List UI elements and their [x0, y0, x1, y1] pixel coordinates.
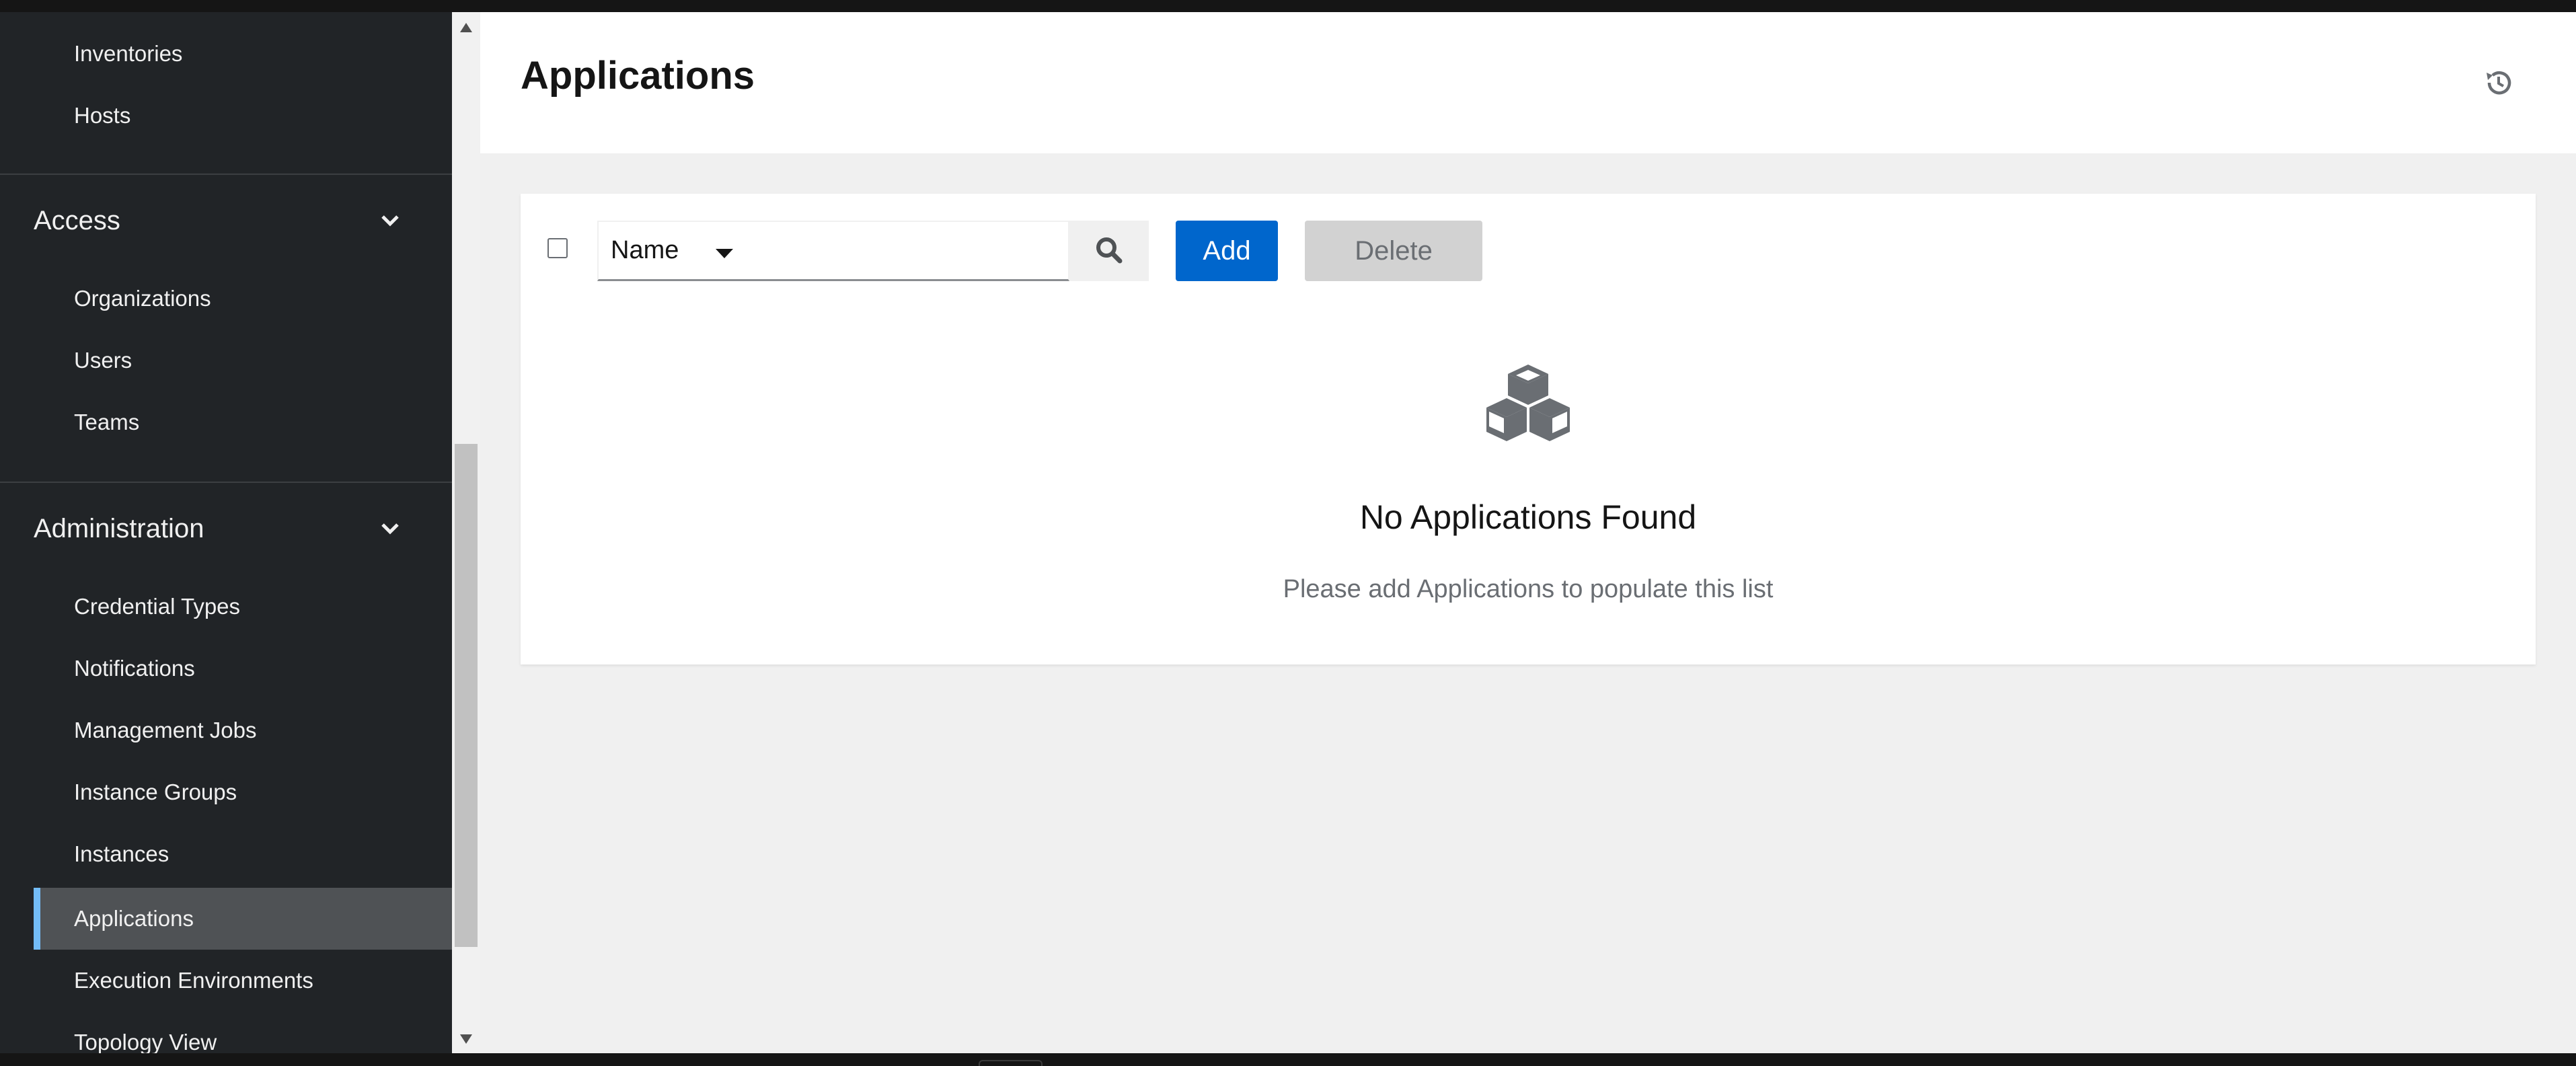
sidebar-item-applications[interactable]: Applications	[34, 888, 452, 950]
search-input[interactable]	[760, 221, 1069, 281]
sidebar-item-teams[interactable]: Teams	[74, 391, 452, 453]
chevron-down-icon	[377, 187, 404, 254]
sidebar-item-instances[interactable]: Instances	[74, 823, 452, 885]
sidebar-item-inventories[interactable]: Inventories	[74, 23, 452, 85]
search-icon	[1094, 235, 1124, 267]
sidebar-item-topology-view[interactable]: Topology View	[74, 1012, 452, 1053]
page-header: Applications	[480, 12, 2576, 153]
sidebar-divider	[0, 482, 452, 483]
main-content: Applications Name Add Delete No Applicat…	[480, 12, 2576, 1053]
delete-button[interactable]: Delete	[1305, 221, 1482, 281]
sidebar-group-title: Access	[34, 206, 120, 235]
empty-state-body: Please add Applications to populate this…	[1283, 575, 1774, 603]
sidebar-group-administration[interactable]: Administration	[34, 495, 437, 562]
scroll-down-arrow-icon[interactable]	[460, 1034, 472, 1044]
sidebar-item-notifications[interactable]: Notifications	[74, 638, 452, 699]
filter-attribute-value: Name	[611, 236, 679, 264]
filter-attribute-select[interactable]: Name	[597, 221, 761, 281]
sidebar-item-management-jobs[interactable]: Management Jobs	[74, 699, 452, 761]
sidebar-item-hosts[interactable]: Hosts	[74, 85, 452, 147]
sidebar-item-execution-environments[interactable]: Execution Environments	[74, 950, 452, 1012]
history-icon[interactable]	[2482, 66, 2515, 100]
sidebar-item-credential-types[interactable]: Credential Types	[74, 576, 452, 638]
sidebar: Inventories Hosts Access Organizations U…	[0, 12, 452, 1053]
scrollbar-thumb[interactable]	[455, 444, 478, 947]
page-title: Applications	[521, 54, 755, 98]
sidebar-group-access[interactable]: Access	[34, 187, 437, 254]
sidebar-item-instance-groups[interactable]: Instance Groups	[74, 761, 452, 823]
sidebar-group-title: Administration	[34, 514, 204, 543]
applications-list-card: Name Add Delete No Applications Found Pl…	[521, 194, 2536, 664]
sidebar-scrollbar[interactable]	[452, 12, 480, 1053]
cubes-icon	[1481, 363, 1575, 444]
empty-state-title: No Applications Found	[1359, 498, 1697, 536]
search-button[interactable]	[1069, 221, 1149, 281]
window-bottom-bar	[0, 1053, 2576, 1066]
sidebar-item-organizations[interactable]: Organizations	[74, 268, 452, 330]
window-top-bar	[0, 0, 2576, 12]
taskbar-handle	[979, 1060, 1043, 1066]
add-button[interactable]: Add	[1176, 221, 1278, 281]
scroll-up-arrow-icon[interactable]	[460, 23, 472, 32]
sidebar-item-users[interactable]: Users	[74, 330, 452, 391]
chevron-down-icon	[377, 495, 404, 562]
sidebar-divider	[0, 174, 452, 175]
caret-down-icon	[716, 249, 733, 258]
select-all-checkbox[interactable]	[547, 238, 568, 258]
